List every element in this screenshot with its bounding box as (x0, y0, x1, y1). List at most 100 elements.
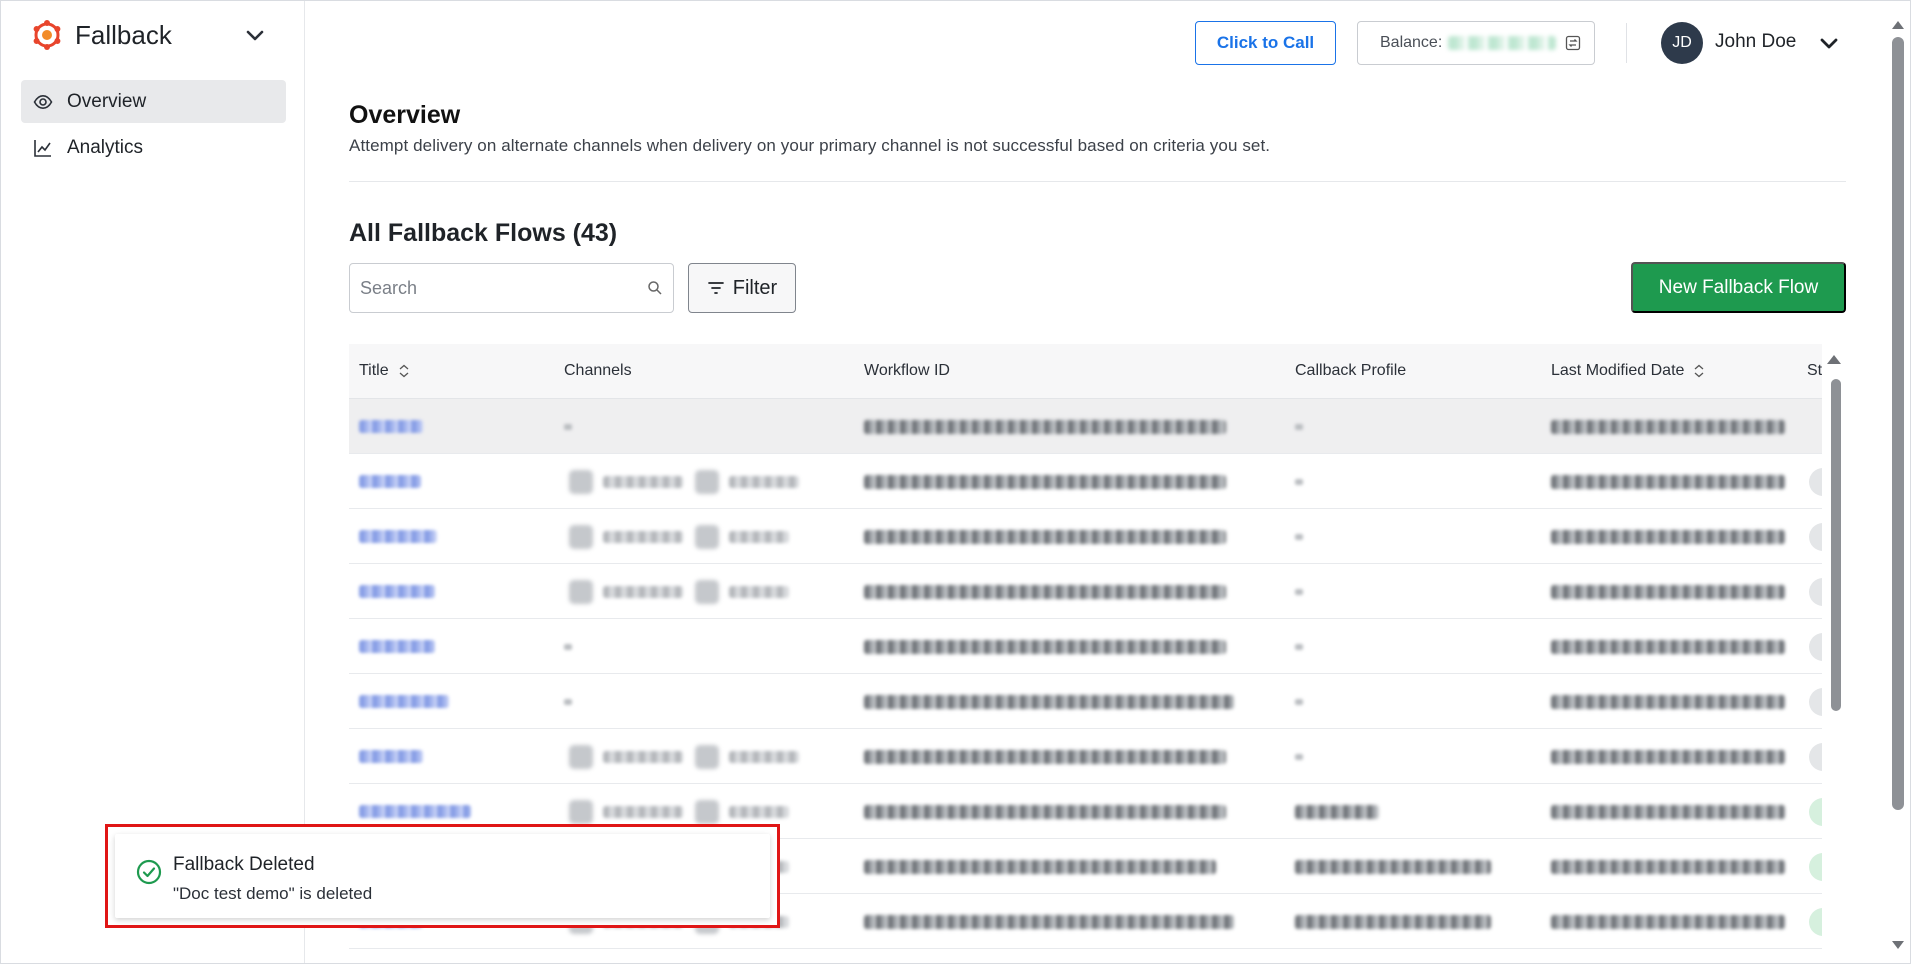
refresh-icon[interactable] (1564, 34, 1582, 52)
channel-label-redacted (729, 750, 799, 763)
status-badge (1809, 468, 1822, 496)
column-label: Last Modified Date (1551, 362, 1685, 379)
eye-icon (33, 94, 53, 109)
page-scroll-down-arrow[interactable] (1892, 941, 1904, 949)
channel-icon (569, 524, 593, 549)
row-callback-redacted (1295, 804, 1379, 819)
row-title-redacted[interactable] (359, 420, 423, 433)
avatar[interactable]: JD (1661, 22, 1703, 64)
sort-icon[interactable] (1692, 364, 1706, 378)
table-row[interactable] (349, 399, 1822, 454)
search-icon[interactable] (647, 280, 663, 296)
sidebar-item-analytics[interactable]: Analytics (21, 126, 286, 169)
row-title-redacted[interactable] (359, 695, 449, 708)
balance-label: Balance: (1380, 34, 1443, 51)
row-date-redacted (1551, 584, 1785, 599)
channel-label-redacted (729, 805, 789, 818)
row-date-redacted (1551, 914, 1785, 929)
table-row[interactable] (349, 619, 1822, 674)
table-scroll-up-arrow[interactable] (1827, 355, 1841, 364)
search-box[interactable] (349, 263, 674, 313)
column-label: Callback Profile (1295, 362, 1407, 379)
status-badge (1809, 743, 1822, 771)
toast-title: Fallback Deleted (173, 854, 315, 875)
row-channels-redacted (564, 423, 572, 430)
column-header-workflow-id: Workflow ID (864, 362, 950, 380)
page-scrollbar[interactable] (1892, 37, 1904, 810)
filter-label: Filter (732, 276, 778, 299)
row-callback-redacted (1295, 753, 1303, 760)
row-workflow-id-redacted (864, 694, 1234, 709)
column-label: Workflow ID (864, 362, 950, 379)
app-window: Fallback Overview Analytics Click to Cal… (0, 0, 1911, 964)
row-workflow-id-redacted (864, 804, 1226, 819)
channel-icon (569, 799, 593, 824)
page-title: Overview (349, 101, 461, 129)
balance-value-redacted (1448, 36, 1557, 50)
table-header: Title Channels Workflow ID Callback Prof… (349, 344, 1822, 399)
column-header-channels: Channels (564, 362, 632, 380)
row-workflow-id-redacted (864, 584, 1226, 599)
status-badge (1809, 578, 1822, 606)
row-workflow-id-redacted (864, 529, 1226, 544)
column-header-title[interactable]: Title (359, 362, 411, 380)
row-title-redacted[interactable] (359, 750, 423, 763)
toast-notification[interactable]: Fallback Deleted "Doc test demo" is dele… (115, 834, 770, 918)
brand[interactable]: Fallback (31, 15, 172, 55)
chevron-down-icon[interactable] (243, 23, 267, 47)
channel-label-redacted (603, 585, 683, 598)
column-label: Channels (564, 362, 632, 379)
click-to-call-button[interactable]: Click to Call (1195, 21, 1336, 65)
channel-icon (695, 469, 719, 494)
filter-button[interactable]: Filter (688, 263, 796, 313)
table-row[interactable] (349, 564, 1822, 619)
sidebar-item-label: Analytics (67, 136, 144, 158)
row-date-redacted (1551, 639, 1785, 654)
channel-icon (569, 744, 593, 769)
channel-label-redacted (603, 805, 683, 818)
status-badge (1809, 633, 1822, 661)
user-name[interactable]: John Doe (1715, 31, 1796, 53)
table-row[interactable] (349, 509, 1822, 564)
channel-label-redacted (729, 475, 799, 488)
row-title-redacted[interactable] (359, 530, 437, 543)
column-header-callback-profile: Callback Profile (1295, 362, 1406, 380)
table-row[interactable] (349, 674, 1822, 729)
chevron-down-icon[interactable] (1817, 31, 1841, 55)
sidebar-item-overview[interactable]: Overview (21, 80, 286, 123)
column-header-last-modified[interactable]: Last Modified Date (1551, 362, 1706, 380)
row-workflow-id-redacted (864, 474, 1226, 489)
table-scrollbar[interactable] (1831, 379, 1841, 711)
sort-icon[interactable] (397, 364, 411, 378)
row-callback-redacted (1295, 478, 1303, 485)
column-label: St (1807, 362, 1822, 379)
new-fallback-flow-button[interactable]: New Fallback Flow (1631, 262, 1846, 313)
channel-label-redacted (729, 585, 789, 598)
column-header-status: St (1807, 362, 1822, 380)
section-title: All Fallback Flows (43) (349, 219, 618, 247)
status-badge (1809, 908, 1822, 936)
column-label: Title (359, 362, 389, 379)
row-workflow-id-redacted (864, 639, 1226, 654)
row-date-redacted (1551, 694, 1785, 709)
row-title-redacted[interactable] (359, 805, 471, 818)
channel-icon (569, 469, 593, 494)
row-title-redacted[interactable] (359, 475, 421, 488)
channel-label-redacted (729, 530, 789, 543)
row-date-redacted (1551, 474, 1785, 489)
row-date-redacted (1551, 419, 1785, 434)
row-date-redacted (1551, 529, 1785, 544)
row-title-redacted[interactable] (359, 640, 435, 653)
sidebar: Fallback Overview Analytics (1, 1, 305, 963)
row-title-redacted[interactable] (359, 585, 435, 598)
table-row[interactable] (349, 729, 1822, 784)
row-date-redacted (1551, 804, 1785, 819)
status-badge (1809, 853, 1822, 881)
page-scroll-up-arrow[interactable] (1892, 21, 1904, 29)
channel-icon (695, 524, 719, 549)
check-circle-icon (136, 859, 162, 885)
channel-label-redacted (603, 530, 683, 543)
row-callback-redacted (1295, 423, 1303, 430)
table-row[interactable] (349, 454, 1822, 509)
search-input[interactable] (360, 277, 630, 299)
